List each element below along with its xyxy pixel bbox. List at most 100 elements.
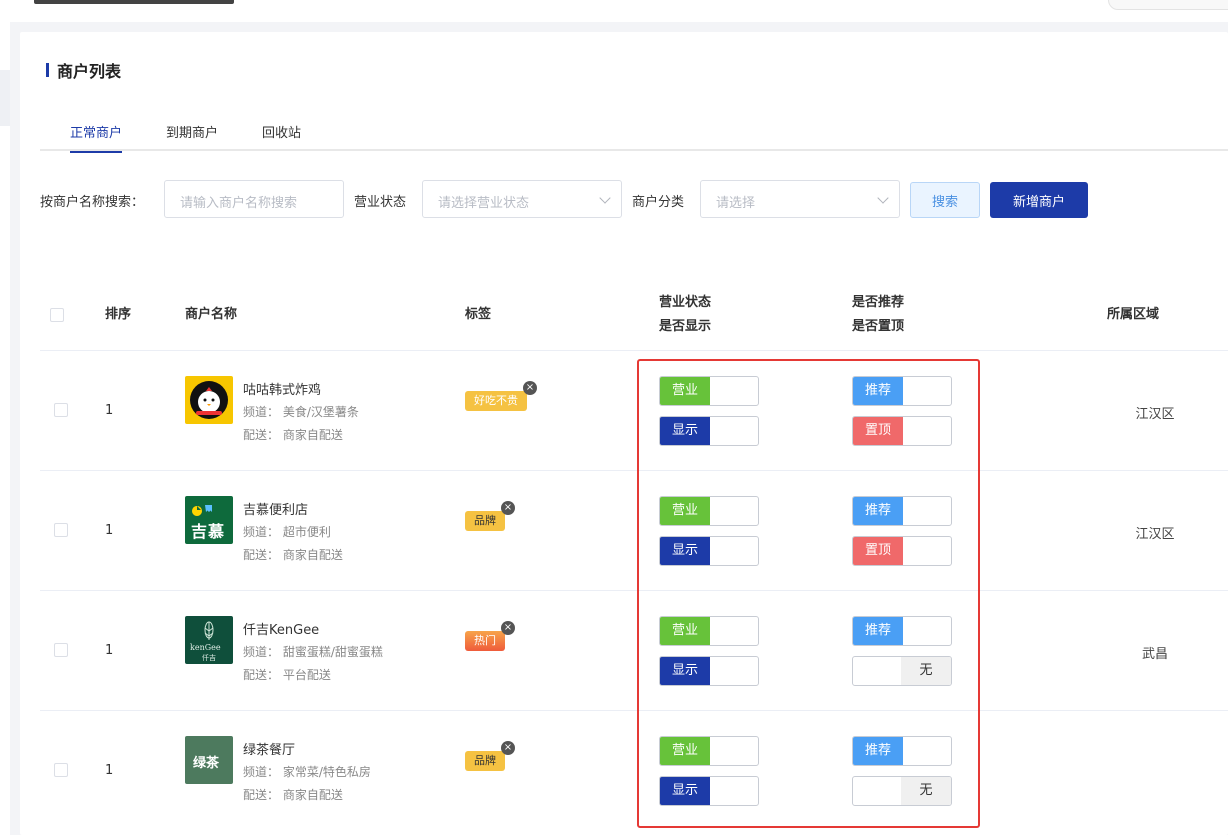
- category-placeholder: 请选择: [716, 196, 756, 211]
- row-checkbox[interactable]: [54, 643, 68, 657]
- page-title-text: 商户列表: [57, 62, 122, 81]
- table-header: 排序 商户名称 标签 营业状态 是否显示 是否推荐 是否置顶 所属区域: [40, 282, 1228, 351]
- status-placeholder: 请选择营业状态: [438, 196, 530, 211]
- greentea-logo-text: 绿茶: [193, 756, 220, 771]
- kengee-logo-cn: 仟吉: [202, 654, 216, 662]
- table-row: 1 绿茶 绿茶餐厅 频道： 家常菜/特色私房 配送： 商家自配送 品牌 × 营业…: [40, 711, 1228, 831]
- top-toggle-label: 无: [901, 657, 951, 685]
- row-sort: 1: [105, 643, 114, 658]
- page-title: 商户列表: [46, 60, 122, 81]
- row-checkbox[interactable]: [54, 403, 68, 417]
- header-tag: 标签: [465, 307, 492, 322]
- recommend-toggle[interactable]: 推荐: [852, 496, 952, 526]
- name-search-placeholder: 请输入商户名称搜索: [180, 196, 298, 211]
- category-label: 商户分类: [632, 195, 685, 210]
- chevron-down-icon: [599, 192, 611, 204]
- top-toggle-label: 置顶: [853, 537, 903, 565]
- top-toggle-label: 无: [901, 777, 951, 805]
- tag-wrapper: 好吃不贵 ×: [465, 381, 537, 411]
- close-icon[interactable]: ×: [501, 501, 515, 515]
- merchant-name[interactable]: 仟吉KenGee: [243, 619, 319, 638]
- search-button[interactable]: 搜索: [910, 182, 980, 218]
- merchant-area: 武昌: [1141, 647, 1168, 662]
- table-row: 1 kenGee 仟吉 仟吉KenGee 频道： 甜蜜蛋糕/甜蜜蛋糕 配送： 平…: [40, 591, 1228, 711]
- tag-wrapper: 品牌 ×: [465, 501, 515, 531]
- top-toggle[interactable]: 置顶: [852, 416, 952, 446]
- merchant-name[interactable]: 绿茶餐厅: [243, 739, 295, 758]
- recommend-toggle[interactable]: 推荐: [852, 616, 952, 646]
- header-name: 商户名称: [185, 307, 238, 322]
- row-sort: 1: [105, 523, 114, 538]
- close-icon[interactable]: ×: [501, 741, 515, 755]
- display-toggle-label: 显示: [660, 537, 710, 565]
- left-nav-active-mark: [0, 70, 10, 126]
- merchant-channel: 频道： 甜蜜蛋糕/甜蜜蛋糕: [243, 645, 383, 659]
- chevron-down-icon: [877, 192, 889, 204]
- chicken-logo-icon: [185, 376, 233, 424]
- name-search-input[interactable]: 请输入商户名称搜索: [164, 180, 344, 218]
- row-checkbox[interactable]: [54, 523, 68, 537]
- business-toggle[interactable]: 营业: [659, 736, 759, 766]
- close-icon[interactable]: ×: [501, 621, 515, 635]
- header-sort: 排序: [105, 307, 132, 322]
- status-label: 营业状态: [354, 195, 407, 210]
- recommend-toggle[interactable]: 推荐: [852, 736, 952, 766]
- business-toggle[interactable]: 营业: [659, 616, 759, 646]
- category-select[interactable]: 请选择: [700, 180, 900, 218]
- display-toggle-label: 显示: [660, 657, 710, 685]
- top-toggle[interactable]: 置顶: [852, 536, 952, 566]
- merchant-channel: 频道： 家常菜/特色私房: [243, 765, 371, 779]
- tag-badge: 品牌: [465, 751, 505, 771]
- merchant-area: 江汉区: [1135, 407, 1175, 422]
- top-breadcrumb-cut: [34, 0, 234, 4]
- tab-bar: 正常商户 到期商户 回收站: [40, 118, 1228, 153]
- display-toggle-label: 显示: [660, 777, 710, 805]
- merchant-name[interactable]: 咕咕韩式炸鸡: [243, 379, 321, 398]
- close-icon[interactable]: ×: [523, 381, 537, 395]
- recommend-toggle-label: 推荐: [853, 377, 903, 405]
- business-toggle[interactable]: 营业: [659, 496, 759, 526]
- recommend-toggle-label: 推荐: [853, 497, 903, 525]
- business-toggle[interactable]: 营业: [659, 376, 759, 406]
- top-toggle[interactable]: 无: [852, 776, 952, 806]
- table-row: 1 咕咕韩式炸鸡 频道： 美食/汉堡薯条 配送： 商家自配送 好吃不贵 × 营业…: [40, 351, 1228, 471]
- business-toggle-label: 营业: [660, 377, 710, 405]
- tab-recycle-bin[interactable]: 回收站: [262, 122, 301, 151]
- jimu-logo-icon: 吉慕: [185, 496, 233, 544]
- header-status-line1: 营业状态: [659, 295, 712, 310]
- display-toggle-label: 显示: [660, 417, 710, 445]
- tag-badge: 好吃不贵: [465, 391, 527, 411]
- select-all-checkbox[interactable]: [50, 308, 64, 322]
- kengee-logo-icon: kenGee 仟吉: [185, 616, 233, 664]
- header-recommend-line2: 是否置顶: [852, 319, 905, 334]
- business-toggle-label: 营业: [660, 617, 710, 645]
- display-toggle[interactable]: 显示: [659, 656, 759, 686]
- top-bar: [0, 0, 1228, 22]
- row-sort: 1: [105, 403, 114, 418]
- row-checkbox[interactable]: [54, 763, 68, 777]
- jimu-logo-text: 吉慕: [191, 522, 226, 541]
- display-toggle[interactable]: 显示: [659, 776, 759, 806]
- tab-normal-merchants[interactable]: 正常商户: [70, 122, 123, 153]
- tag-wrapper: 热门 ×: [465, 621, 515, 651]
- recommend-toggle-label: 推荐: [853, 737, 903, 765]
- recommend-toggle[interactable]: 推荐: [852, 376, 952, 406]
- merchant-name[interactable]: 吉慕便利店: [243, 499, 308, 518]
- tab-expired-merchants[interactable]: 到期商户: [166, 122, 218, 151]
- greentea-logo-icon: 绿茶: [185, 736, 233, 784]
- top-toggle-label: 置顶: [853, 417, 903, 445]
- display-toggle[interactable]: 显示: [659, 416, 759, 446]
- add-merchant-button[interactable]: 新增商户: [990, 182, 1088, 218]
- search-bar: 按商户名称搜索： 请输入商户名称搜索 营业状态 请选择营业状态 商户分类 请选择…: [40, 180, 1228, 220]
- recommend-toggle-label: 推荐: [853, 617, 903, 645]
- row-sort: 1: [105, 763, 114, 778]
- top-toggle[interactable]: 无: [852, 656, 952, 686]
- top-search-pill[interactable]: [1108, 0, 1228, 10]
- merchant-list-card: 商户列表 正常商户 到期商户 回收站 按商户名称搜索： 请输入商户名称搜索 营业…: [20, 32, 1228, 835]
- header-recommend-line1: 是否推荐: [852, 295, 905, 310]
- display-toggle[interactable]: 显示: [659, 536, 759, 566]
- kengee-logo-text: kenGee: [190, 643, 221, 652]
- header-area: 所属区域: [1107, 307, 1160, 322]
- status-select[interactable]: 请选择营业状态: [422, 180, 622, 218]
- merchant-area: 江汉区: [1135, 527, 1175, 542]
